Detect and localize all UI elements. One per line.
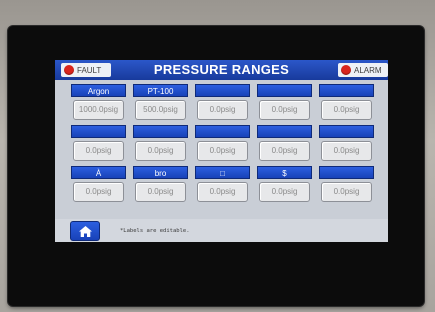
range-label-button[interactable]: $ (257, 166, 312, 179)
bottom-bar: *Labels are editable. (55, 219, 388, 242)
range-value-field[interactable]: 0.0psig (197, 100, 248, 120)
range-value-field[interactable]: 0.0psig (321, 141, 372, 161)
alarm-indicator-icon (341, 65, 351, 75)
hmi-screen: FAULT PRESSURE RANGES ALARM Argon 1000.0p… (55, 60, 388, 242)
range-label-button[interactable] (319, 84, 374, 97)
home-icon (79, 226, 92, 237)
range-label-button[interactable]: bro (133, 166, 188, 179)
range-label-button[interactable] (319, 125, 374, 138)
range-label-button[interactable]: □ (195, 166, 250, 179)
range-label-button[interactable] (257, 125, 312, 138)
range-label-button[interactable] (71, 125, 126, 138)
home-button[interactable] (70, 221, 100, 241)
range-value-field[interactable]: 0.0psig (197, 182, 248, 202)
range-label-button[interactable] (133, 125, 188, 138)
range-value-field[interactable]: 0.0psig (321, 100, 372, 120)
range-label-button[interactable] (257, 84, 312, 97)
range-value-field[interactable]: 0.0psig (73, 182, 124, 202)
range-value-field[interactable]: 500.0psig (135, 100, 186, 120)
alarm-indicator: ALARM (338, 63, 388, 77)
title-bar: FAULT PRESSURE RANGES ALARM (55, 60, 388, 80)
range-value-field[interactable]: 0.0psig (135, 182, 186, 202)
range-value-field[interactable]: 0.0psig (321, 182, 372, 202)
range-label-button[interactable]: Argon (71, 84, 126, 97)
range-value-field[interactable]: 0.0psig (135, 141, 186, 161)
editable-note: *Labels are editable. (120, 228, 190, 234)
range-label-button[interactable] (195, 125, 250, 138)
range-value-field[interactable]: 0.0psig (197, 141, 248, 161)
range-value-field[interactable]: 0.0psig (259, 182, 310, 202)
range-label-button[interactable]: PT-100 (133, 84, 188, 97)
range-value-field[interactable]: 1000.0psig (73, 100, 124, 120)
range-value-field[interactable]: 0.0psig (259, 100, 310, 120)
range-value-field[interactable]: 0.0psig (259, 141, 310, 161)
range-label-button[interactable]: À (71, 166, 126, 179)
range-value-field[interactable]: 0.0psig (73, 141, 124, 161)
alarm-label: ALARM (354, 65, 382, 75)
range-label-button[interactable] (195, 84, 250, 97)
range-label-button[interactable] (319, 166, 374, 179)
